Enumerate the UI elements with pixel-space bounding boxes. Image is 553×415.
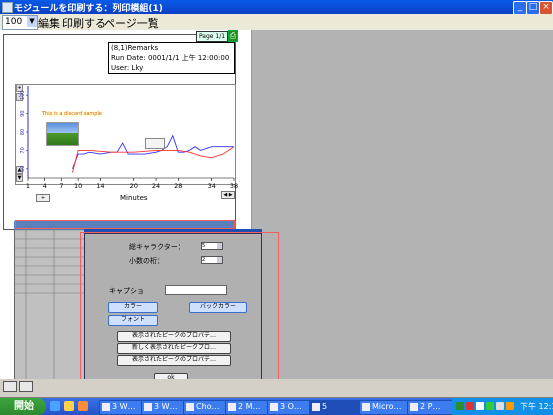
zoom-x-icon[interactable]: + <box>36 194 50 202</box>
window-icon <box>270 403 278 411</box>
task-4-label: 2 M… <box>238 402 261 411</box>
window-icon <box>410 403 418 411</box>
sample-image <box>46 122 79 146</box>
x-axis-label: Minutes <box>120 194 148 202</box>
window-icon <box>312 403 320 411</box>
folder-icon[interactable] <box>64 401 74 411</box>
task-5-label: 3 O… <box>280 402 302 411</box>
window-icon <box>144 403 152 411</box>
task-8-label: 2 P… <box>420 402 441 411</box>
scroll-horizontal-icon[interactable]: ◀ ▶ <box>221 191 235 199</box>
start-label: 開始 <box>14 401 34 412</box>
y-tick-label: 60 <box>20 166 26 172</box>
window-icon <box>186 403 194 411</box>
window-icon <box>102 403 110 411</box>
x-tick-label: 1 <box>26 182 30 190</box>
marker-box <box>145 138 165 149</box>
task-1-label: 3 W… <box>112 402 136 411</box>
window-icon <box>362 403 370 411</box>
start-button[interactable]: 開始 <box>0 398 46 415</box>
y-tick-label: 80 <box>20 129 26 135</box>
window-icon <box>228 403 236 411</box>
media-icon[interactable] <box>78 401 88 411</box>
tray-icon[interactable] <box>496 402 504 410</box>
sample-label: This is a discard sample <box>42 111 102 117</box>
status-bar <box>0 379 553 397</box>
ie-icon[interactable] <box>50 401 60 411</box>
status-box-1 <box>3 381 17 392</box>
x-tick-label: 24 <box>152 182 160 190</box>
y-tick-label: 90 <box>20 110 26 116</box>
x-tick-label: 4 <box>43 182 47 190</box>
tray-icon[interactable] <box>466 402 474 410</box>
x-tick-label: 20 <box>130 182 138 190</box>
tray-icon[interactable] <box>476 402 484 410</box>
tray-icon[interactable] <box>506 402 514 410</box>
x-tick-label: 14 <box>96 182 104 190</box>
x-tick-label: 7 <box>59 182 63 190</box>
task-6-label: 5 <box>322 402 328 411</box>
highlight-frame-grid <box>15 220 235 229</box>
x-tick-label: 28 <box>174 182 182 190</box>
task-3-label: Cho… <box>196 402 220 411</box>
x-tick-label: 10 <box>74 182 82 190</box>
x-tick-label: 38 <box>230 182 238 190</box>
tray-icon[interactable] <box>456 402 464 410</box>
task-7-label: Micro… <box>372 402 402 411</box>
x-tick-label: 34 <box>208 182 216 190</box>
task-6[interactable]: 5 <box>309 400 363 415</box>
task-2-label: 3 W… <box>154 402 178 411</box>
y-tick-label: 100 <box>20 90 26 100</box>
tray-icon[interactable] <box>486 402 494 410</box>
status-box-2 <box>19 381 33 392</box>
clock: 下午 12:17 <box>520 402 553 411</box>
series-line-1 <box>72 146 235 173</box>
highlight-frame-dialog <box>80 232 279 387</box>
y-tick-label: 70 <box>20 147 26 153</box>
